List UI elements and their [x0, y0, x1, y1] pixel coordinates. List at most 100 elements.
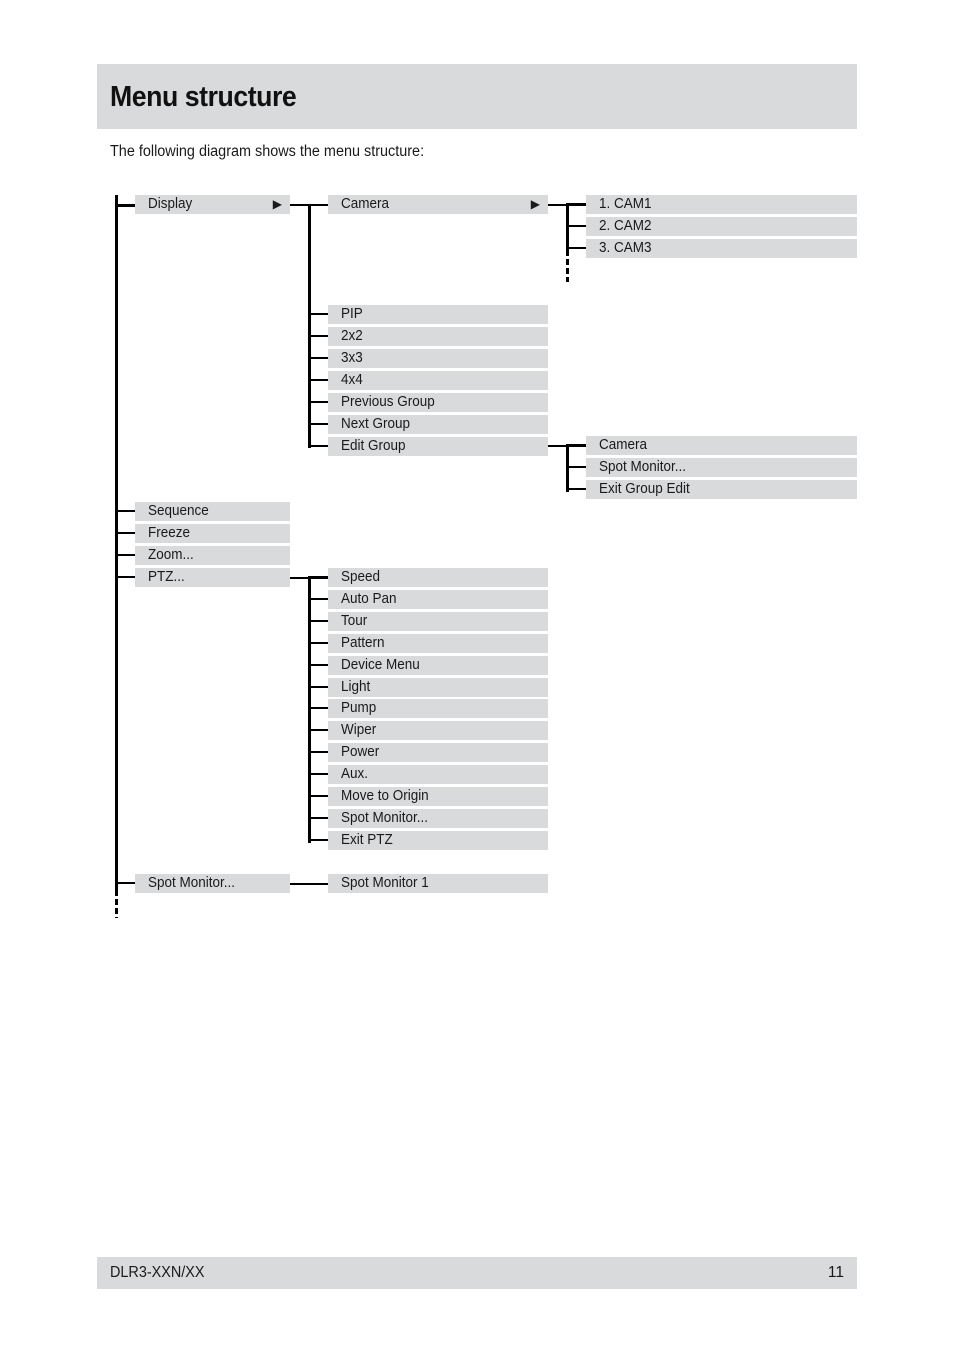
edit-group-item[interactable]: Exit Group Edit [586, 480, 857, 499]
ptz-menu-item[interactable]: Exit PTZ [328, 830, 548, 850]
menu-item-label: 2. CAM2 [599, 218, 652, 234]
connector [115, 204, 135, 207]
model-number: DLR3-XXN/XX [110, 1264, 205, 1281]
connector [115, 510, 135, 512]
connector [290, 883, 328, 885]
menu-item-label: Pattern [341, 634, 385, 651]
menu-item-label: Next Group [341, 416, 410, 432]
menu-item-label: Spot Monitor 1 [341, 875, 429, 891]
ptz-menu-item[interactable]: Light [328, 677, 548, 697]
root-menu-item[interactable]: PTZ... [135, 568, 290, 587]
connector [308, 751, 328, 754]
ptz-menu-item[interactable]: Pattern [328, 633, 548, 653]
ptz-connector [308, 577, 311, 843]
connector [566, 203, 586, 205]
ptz-menu-item[interactable]: Device Menu [328, 655, 548, 675]
edit-group-connector [566, 445, 569, 492]
display-connector [308, 204, 311, 448]
root-menu-item[interactable]: Zoom... [135, 546, 290, 565]
camera-list-item[interactable]: 3. CAM3 [586, 239, 857, 258]
menu-item-label: Freeze [148, 525, 190, 541]
intro-text: The following diagram shows the menu str… [110, 143, 425, 160]
root-continuation [115, 890, 118, 918]
menu-item-label: Display [148, 196, 193, 212]
menu-item-label: Power [341, 744, 380, 761]
menu-item-label: Previous Group [341, 394, 435, 410]
menu-item-label: 3x3 [341, 350, 363, 366]
menu-item-label: Auto Pan [341, 590, 397, 607]
menu-item-label: Wiper [341, 722, 377, 739]
display-submenu-item[interactable]: Edit Group [328, 437, 548, 456]
menu-item-label: Spot Monitor... [148, 875, 235, 891]
connector [308, 335, 328, 337]
root-menu-item[interactable]: Freeze [135, 524, 290, 543]
connector [308, 707, 328, 710]
menu-item-spot-monitor-1[interactable]: Spot Monitor 1 [328, 874, 548, 893]
menu-item-label: 2x2 [341, 328, 363, 344]
menu-item-label: Edit Group [341, 438, 406, 454]
root-menu-item[interactable]: Sequence [135, 502, 290, 521]
display-submenu-item[interactable]: PIP [328, 305, 548, 324]
menu-item-label: Exit PTZ [341, 831, 393, 848]
edit-group-item[interactable]: Camera [586, 436, 857, 455]
connector [115, 554, 135, 556]
page-title: Menu structure [110, 81, 297, 113]
connector [308, 729, 328, 732]
ptz-menu-item[interactable]: Move to Origin [328, 787, 548, 806]
ptz-menu-item[interactable]: Power [328, 743, 548, 763]
menu-item-display[interactable]: Display ▶ [135, 195, 290, 214]
ptz-menu-item[interactable]: Tour [328, 611, 548, 631]
connector [566, 225, 586, 227]
connector [308, 663, 328, 666]
menu-item-label: Aux. [341, 766, 368, 783]
ptz-menu-item[interactable]: Auto Pan [328, 589, 548, 609]
ptz-menu-item[interactable]: Aux. [328, 765, 548, 785]
connector [308, 401, 328, 403]
menu-item-label: Tour [341, 612, 368, 629]
display-submenu-item[interactable]: 2x2 [328, 327, 548, 346]
display-submenu-item[interactable]: 4x4 [328, 371, 548, 390]
display-submenu-item[interactable]: Next Group [328, 415, 548, 434]
menu-item-label: Camera [341, 196, 389, 212]
root-connector [115, 195, 118, 890]
menu-item-label: PTZ... [148, 569, 185, 585]
ptz-menu-item[interactable]: Spot Monitor... [328, 808, 548, 828]
footer: DLR3-XXN/XX 11 [97, 1257, 857, 1289]
display-submenu-item[interactable]: 3x3 [328, 349, 548, 368]
menu-item-label: Sequence [148, 503, 209, 519]
connector [115, 532, 135, 534]
display-submenu-item[interactable]: Previous Group [328, 393, 548, 412]
connector [308, 423, 328, 425]
connector [308, 597, 328, 600]
menu-item-spot-monitor[interactable]: Spot Monitor... [135, 874, 290, 893]
ptz-menu-item[interactable]: Wiper [328, 721, 548, 741]
menu-item-label: Spot Monitor... [341, 809, 428, 826]
connector [308, 619, 328, 622]
submenu-arrow-icon: ▶ [272, 197, 282, 211]
camera-list-item[interactable]: 2. CAM2 [586, 217, 857, 236]
connector [115, 576, 135, 578]
menu-item-label: PIP [341, 306, 363, 322]
menu-item-label: Light [341, 678, 371, 695]
menu-item-label: Move to Origin [341, 788, 429, 804]
connector [308, 357, 328, 359]
ptz-menu-item[interactable]: Speed [328, 568, 548, 587]
connector [566, 488, 586, 490]
camera-continuation [566, 250, 569, 282]
menu-item-label: Zoom... [148, 547, 194, 563]
menu-item-label: Exit Group Edit [599, 481, 690, 497]
connector [308, 445, 328, 447]
ptz-menu-item[interactable]: Pump [328, 699, 548, 719]
menu-item-camera[interactable]: Camera ▶ [328, 195, 548, 214]
connector [308, 795, 328, 797]
connector [308, 313, 328, 315]
menu-item-label: Camera [599, 437, 647, 453]
menu-item-label: 1. CAM1 [599, 196, 652, 212]
menu-item-label: 3. CAM3 [599, 240, 652, 256]
connector [566, 466, 586, 468]
edit-group-item[interactable]: Spot Monitor... [586, 458, 857, 477]
connector [308, 379, 328, 381]
camera-list-item[interactable]: 1. CAM1 [586, 195, 857, 214]
submenu-arrow-icon: ▶ [530, 197, 540, 211]
connector [308, 838, 328, 841]
